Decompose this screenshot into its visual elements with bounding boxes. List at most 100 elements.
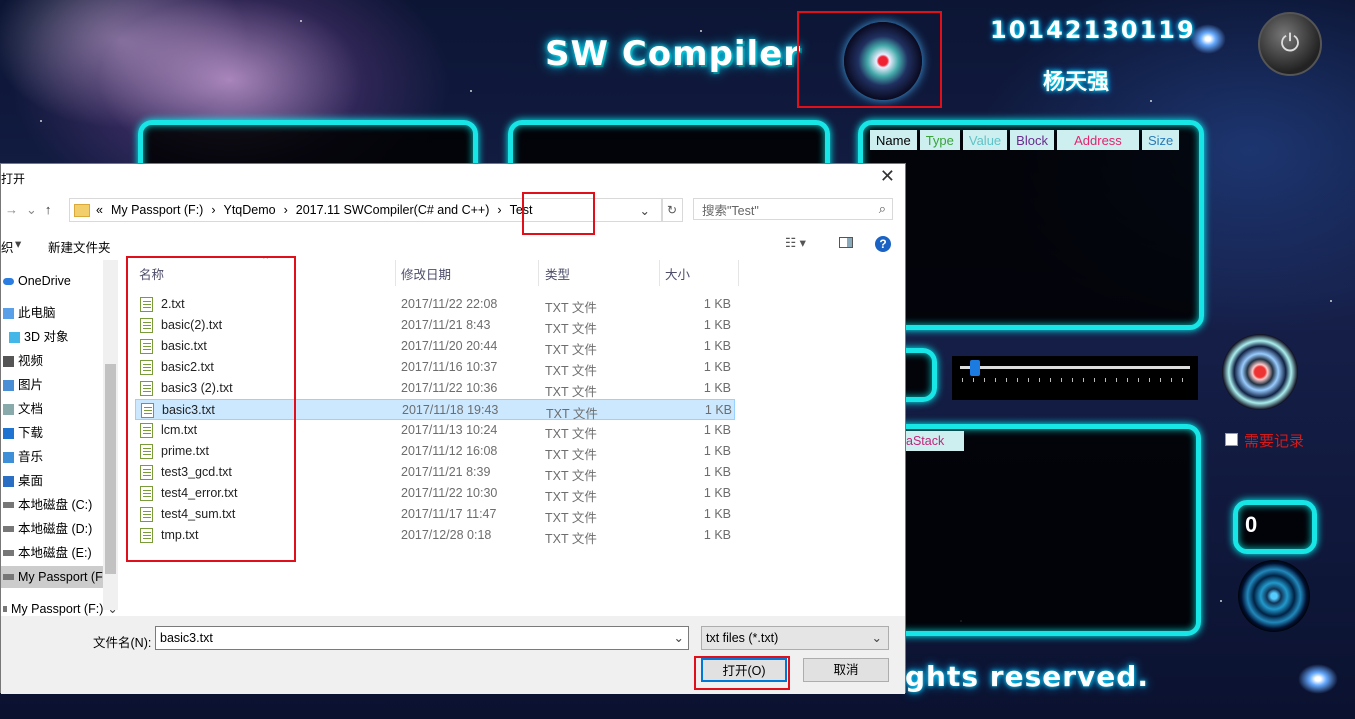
dialog-title: 打开 <box>1 172 26 186</box>
file-date: 2017/11/12 16:08 <box>401 444 498 458</box>
sidebar-item-downloads[interactable]: 下载 <box>1 422 43 444</box>
sidebar-item-pictures[interactable]: 图片 <box>1 374 43 396</box>
breadcrumb-overflow[interactable]: « <box>96 203 103 217</box>
column-size[interactable]: 大小 <box>665 264 690 286</box>
drive-icon <box>3 550 14 556</box>
column-divider[interactable] <box>738 260 739 286</box>
filename-input[interactable]: basic3.txt ⌄ <box>155 626 689 650</box>
author-name: 杨天强 <box>1043 69 1110 94</box>
file-date: 2017/11/20 20:44 <box>401 339 498 353</box>
sidebar-item-label: 下载 <box>18 426 44 440</box>
history-dropdown-icon[interactable]: ⌄ <box>26 202 45 217</box>
sidebar-item-documents[interactable]: 文档 <box>1 398 43 420</box>
search-icon[interactable]: ⌕ <box>879 201 886 217</box>
organize-menu[interactable]: 织 <box>1 237 14 256</box>
sidebar-item-label: OneDrive <box>18 274 71 288</box>
sidebar-item-label: 图片 <box>18 378 44 392</box>
file-date: 2017/11/18 19:43 <box>402 403 499 417</box>
sidebar-item-label: 本地磁盘 (C:) <box>18 498 93 512</box>
sidebar-item-label: 音乐 <box>18 450 44 464</box>
column-type[interactable]: 类型 <box>545 264 570 286</box>
sidebar-item-label: 本地磁盘 (D:) <box>18 522 93 536</box>
drive-icon <box>3 526 14 532</box>
drive-icon <box>3 502 14 508</box>
symbol-table-header: Name Type Value Block Address Size <box>870 130 1180 150</box>
power-button[interactable]: ⏻ <box>1258 12 1322 76</box>
column-date[interactable]: 修改日期 <box>401 264 451 286</box>
col-block: Block <box>1010 130 1054 150</box>
logo-highlight <box>797 11 942 108</box>
sidebar-item-passport[interactable]: My Passport (F <box>1 566 103 588</box>
file-date: 2017/11/22 10:30 <box>401 486 498 500</box>
record-checkbox-label: 需要记录 <box>1244 433 1305 450</box>
filename-value: basic3.txt <box>160 631 213 645</box>
picture-icon <box>3 379 14 391</box>
breadcrumb-drive[interactable]: My Passport (F:) <box>111 203 203 217</box>
file-date: 2017/11/16 10:37 <box>401 360 498 374</box>
new-folder-button[interactable]: 新建文件夹 <box>48 237 111 256</box>
stack-tab[interactable]: aStack <box>906 431 964 451</box>
file-size: 1 KB <box>703 423 731 437</box>
sidebar-item-music[interactable]: 音乐 <box>1 446 43 468</box>
sidebar-item-drive-e[interactable]: 本地磁盘 (E:) <box>1 542 92 564</box>
sidebar-item-drive-c[interactable]: 本地磁盘 (C:) <box>1 494 92 516</box>
column-divider[interactable] <box>659 260 660 286</box>
slider-thumb[interactable] <box>970 360 980 376</box>
file-date: 2017/11/22 10:36 <box>401 381 498 395</box>
planet-icon <box>1190 24 1226 54</box>
column-divider[interactable] <box>538 260 539 286</box>
file-type: TXT 文件 <box>545 364 597 378</box>
file-size: 1 KB <box>703 486 731 500</box>
file-type: TXT 文件 <box>545 511 597 525</box>
nav-arrows[interactable]: →⌄↑ <box>5 202 59 218</box>
file-size: 1 KB <box>703 360 731 374</box>
record-checkbox[interactable] <box>1225 433 1238 446</box>
col-name: Name <box>870 130 917 150</box>
counter-value: 0 <box>1245 512 1258 537</box>
search-input[interactable]: 搜索"Test" ⌕ <box>693 198 893 220</box>
file-size: 1 KB <box>703 381 731 395</box>
sidebar-item-drive-d[interactable]: 本地磁盘 (D:) <box>1 518 92 540</box>
up-icon[interactable]: ↑ <box>45 202 60 217</box>
sidebar-item-onedrive[interactable]: OneDrive <box>1 270 71 292</box>
sidebar-item-label: My Passport (F <box>18 570 103 584</box>
forward-icon[interactable]: → <box>5 202 26 217</box>
folder-highlight <box>522 192 595 235</box>
chevron-down-icon[interactable]: ⌄ <box>674 627 684 649</box>
file-date: 2017/11/21 8:43 <box>401 318 491 332</box>
breadcrumb-sep: › <box>497 203 502 217</box>
breadcrumb-ytqdemo[interactable]: YtqDemo <box>224 203 276 217</box>
sidebar-scroll-thumb[interactable] <box>105 364 116 574</box>
document-icon <box>3 403 14 415</box>
file-type-select[interactable]: txt files (*.txt) ⌄ <box>701 626 889 650</box>
view-options-icon[interactable]: ☷ ▾ <box>785 235 806 250</box>
filename-label: 文件名(N): <box>93 636 152 650</box>
sidebar-item-videos[interactable]: 视频 <box>1 350 43 372</box>
breadcrumb-swcompiler[interactable]: 2017.11 SWCompiler(C# and C++) <box>296 203 490 217</box>
sidebar-item-this-pc[interactable]: 此电脑 <box>1 302 56 324</box>
preview-pane-icon[interactable] <box>839 237 853 248</box>
close-icon[interactable]: ✕ <box>880 166 895 187</box>
sidebar-item-label: 此电脑 <box>18 306 56 320</box>
col-type: Type <box>919 130 960 150</box>
chevron-down-icon[interactable]: ⌄ <box>872 627 882 649</box>
cloud-icon <box>3 277 14 285</box>
drive-icon <box>3 574 14 580</box>
search-placeholder: 搜索"Test" <box>702 203 759 218</box>
music-icon <box>3 451 14 463</box>
open-file-dialog: 打开 ✕ →⌄↑ « My Passport (F:) › YtqDemo › … <box>0 163 906 694</box>
speed-slider[interactable] <box>952 356 1198 400</box>
organize-dropdown-icon[interactable]: ▾ <box>15 236 21 251</box>
help-icon[interactable]: ? <box>875 236 891 252</box>
file-type: TXT 文件 <box>545 532 597 546</box>
sidebar-item-desktop[interactable]: 桌面 <box>1 470 43 492</box>
refresh-icon[interactable]: ↻ <box>661 198 683 222</box>
file-size: 1 KB <box>703 339 731 353</box>
video-icon <box>3 355 14 367</box>
column-divider[interactable] <box>395 260 396 286</box>
chevron-down-icon[interactable]: ⌄ <box>640 203 650 218</box>
file-type: TXT 文件 <box>545 343 597 357</box>
sidebar-item-3d[interactable]: 3D 对象 <box>7 326 68 348</box>
file-date: 2017/11/17 11:47 <box>401 507 497 521</box>
cancel-button[interactable]: 取消 <box>803 658 889 682</box>
